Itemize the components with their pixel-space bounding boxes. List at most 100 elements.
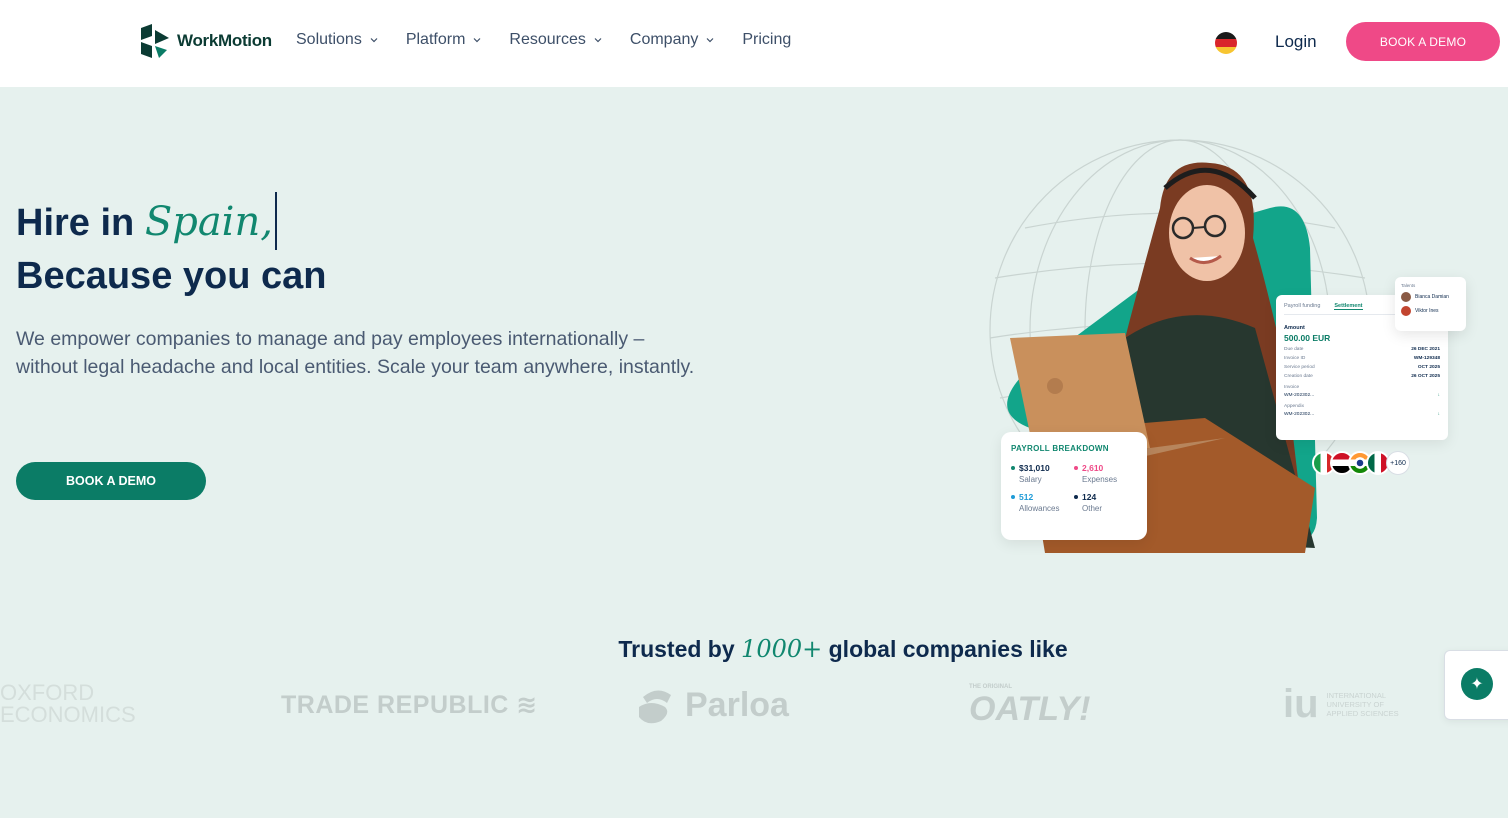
hero-subtitle: We empower companies to manage and pay e… xyxy=(16,328,695,378)
iu-line2: UNIVERSITY OF xyxy=(1326,700,1384,709)
tab-payroll-funding: Payroll funding xyxy=(1284,303,1321,309)
invoice-file: WM-202302... ↓ xyxy=(1284,393,1440,398)
trusted-suffix: global companies like xyxy=(822,636,1068,662)
chevron-down-icon xyxy=(594,38,602,43)
trusted-count: 1000+ xyxy=(741,635,823,663)
download-icon: ↓ xyxy=(1437,412,1440,417)
headline-country: Spain, xyxy=(144,199,273,246)
appendix-label: Appendix xyxy=(1284,404,1305,409)
talent-name: Viktor Ines xyxy=(1415,308,1439,314)
allowances-label: Allowances xyxy=(1019,504,1060,513)
dot-icon xyxy=(1011,466,1015,470)
login-link[interactable]: Login xyxy=(1275,32,1317,52)
row-value: 26 DEC 2021 xyxy=(1411,347,1440,352)
oxford-line2: ECONOMICS xyxy=(0,702,136,727)
parloa-logo: Parloa xyxy=(637,686,789,725)
amount-value: 500.00 EUR xyxy=(1284,333,1331,343)
row-label: Service period xyxy=(1284,365,1315,370)
payroll-item-salary: $31,010 Salary xyxy=(1011,463,1074,484)
invoice-label: Invoice xyxy=(1284,385,1300,390)
download-icon: ↓ xyxy=(1437,393,1440,398)
iu-line1: INTERNATIONAL xyxy=(1326,691,1386,700)
talent-item: Viktor Ines xyxy=(1401,306,1460,316)
trade-republic-logo: TRADE REPUBLIC ≋ xyxy=(281,691,538,719)
appendix-file: WM-202302... ↓ xyxy=(1284,412,1440,417)
dot-icon xyxy=(1011,495,1015,499)
oxford-line1: OXFORD xyxy=(0,680,95,705)
book-demo-hero-button[interactable]: BOOK A DEMO xyxy=(16,462,206,500)
country-flags: +160 xyxy=(1312,451,1410,475)
chevron-down-icon xyxy=(473,38,481,43)
brand-name: WorkMotion xyxy=(177,31,272,50)
workmotion-logo-icon xyxy=(141,24,169,58)
tab-settlement: Settlement xyxy=(1334,303,1363,310)
book-demo-nav-button[interactable]: BOOK A DEMO xyxy=(1346,22,1500,61)
salary-value: $31,010 xyxy=(1019,463,1050,473)
other-value: 124 xyxy=(1082,492,1097,502)
oatly-logo: THE ORIGINAL OATLY! xyxy=(969,684,1091,729)
nav-pricing[interactable]: Pricing xyxy=(742,31,791,49)
headline-prefix: Hire in xyxy=(16,202,145,245)
nav-resources-label: Resources xyxy=(509,31,586,48)
row-label: Due date xyxy=(1284,347,1304,352)
payroll-breakdown-card: PAYROLL BREAKDOWN $31,010 Salary 2,610 E… xyxy=(1001,432,1147,540)
allowances-value: 512 xyxy=(1019,492,1034,502)
settlement-row: Creation date 26 OCT 2025 xyxy=(1284,374,1440,379)
row-value: WM-129348 xyxy=(1413,356,1440,361)
expenses-label: Expenses xyxy=(1082,475,1118,484)
row-label: Creation date xyxy=(1284,374,1313,379)
talent-item: Bianca Damian xyxy=(1401,292,1460,302)
more-countries-badge: +160 xyxy=(1386,451,1410,475)
language-flag-icon[interactable] xyxy=(1215,32,1237,54)
iu-logo: iu INTERNATIONAL UNIVERSITY OF APPLIED S… xyxy=(1283,682,1399,727)
row-value: 26 OCT 2025 xyxy=(1411,374,1440,379)
hero-headline: Hire in Spain, xyxy=(16,192,277,254)
other-label: Other xyxy=(1082,504,1103,513)
nav-solutions[interactable]: Solutions xyxy=(296,31,378,49)
nav-company[interactable]: Company xyxy=(630,31,714,49)
payroll-item-expenses: 2,610 Expenses xyxy=(1074,463,1137,484)
nav-platform-label: Platform xyxy=(405,31,466,48)
avatar xyxy=(1401,292,1411,302)
iu-line3: APPLIED SCIENCES xyxy=(1326,709,1399,718)
invoice-file-name: WM-202302... xyxy=(1284,393,1315,398)
talents-title: Talents xyxy=(1401,283,1416,288)
payroll-item-other: 124 Other xyxy=(1074,492,1137,513)
payroll-item-allowances: 512 Allowances xyxy=(1011,492,1074,513)
expenses-value: 2,610 xyxy=(1082,463,1104,473)
trusted-heading: Trusted by 1000+ global companies like xyxy=(0,635,1508,663)
nav-resources[interactable]: Resources xyxy=(509,31,602,49)
row-value: OCT 2025 xyxy=(1417,365,1440,370)
oatly-text: OATLY! xyxy=(969,690,1091,728)
parloa-mark-icon xyxy=(639,689,671,723)
settlement-row: Service period OCT 2025 xyxy=(1284,365,1440,370)
appendix-file-name: WM-202302... xyxy=(1284,412,1315,417)
nav-solutions-label: Solutions xyxy=(296,31,362,48)
top-navbar: WorkMotion Solutions Platform Resources … xyxy=(0,0,1508,87)
hero-headline-line2: Because you can xyxy=(16,255,327,297)
nav-platform[interactable]: Platform xyxy=(406,31,482,49)
talent-name: Bianca Damian xyxy=(1415,294,1449,300)
avatar xyxy=(1401,306,1411,316)
dot-icon xyxy=(1074,495,1078,499)
chevron-down-icon xyxy=(706,38,714,43)
main-menu: Solutions Platform Resources Company Pri… xyxy=(296,31,791,49)
client-logos: OXFORD ECONOMICS TRADE REPUBLIC ≋ Parloa… xyxy=(0,680,1508,740)
trusted-prefix: Trusted by xyxy=(618,636,742,662)
settlement-row: Invoice ID WM-129348 xyxy=(1284,356,1440,361)
chat-widget[interactable]: ✦ xyxy=(1444,650,1508,720)
chevron-down-icon xyxy=(370,38,378,43)
nav-company-label: Company xyxy=(629,31,699,48)
row-label: Invoice ID xyxy=(1284,356,1306,361)
parloa-text: Parloa xyxy=(685,686,789,724)
settlement-row: Due date 26 DEC 2021 xyxy=(1284,347,1440,352)
dot-icon xyxy=(1074,466,1078,470)
typing-cursor xyxy=(274,192,277,250)
salary-label: Salary xyxy=(1019,475,1042,484)
sparkle-icon[interactable]: ✦ xyxy=(1461,668,1493,700)
payroll-card-title: PAYROLL BREAKDOWN xyxy=(1011,444,1109,453)
oxford-economics-logo: OXFORD ECONOMICS xyxy=(0,682,136,726)
workmotion-logo[interactable]: WorkMotion xyxy=(141,24,272,58)
nav-pricing-label: Pricing xyxy=(742,31,792,48)
iu-big: iu xyxy=(1283,682,1319,726)
